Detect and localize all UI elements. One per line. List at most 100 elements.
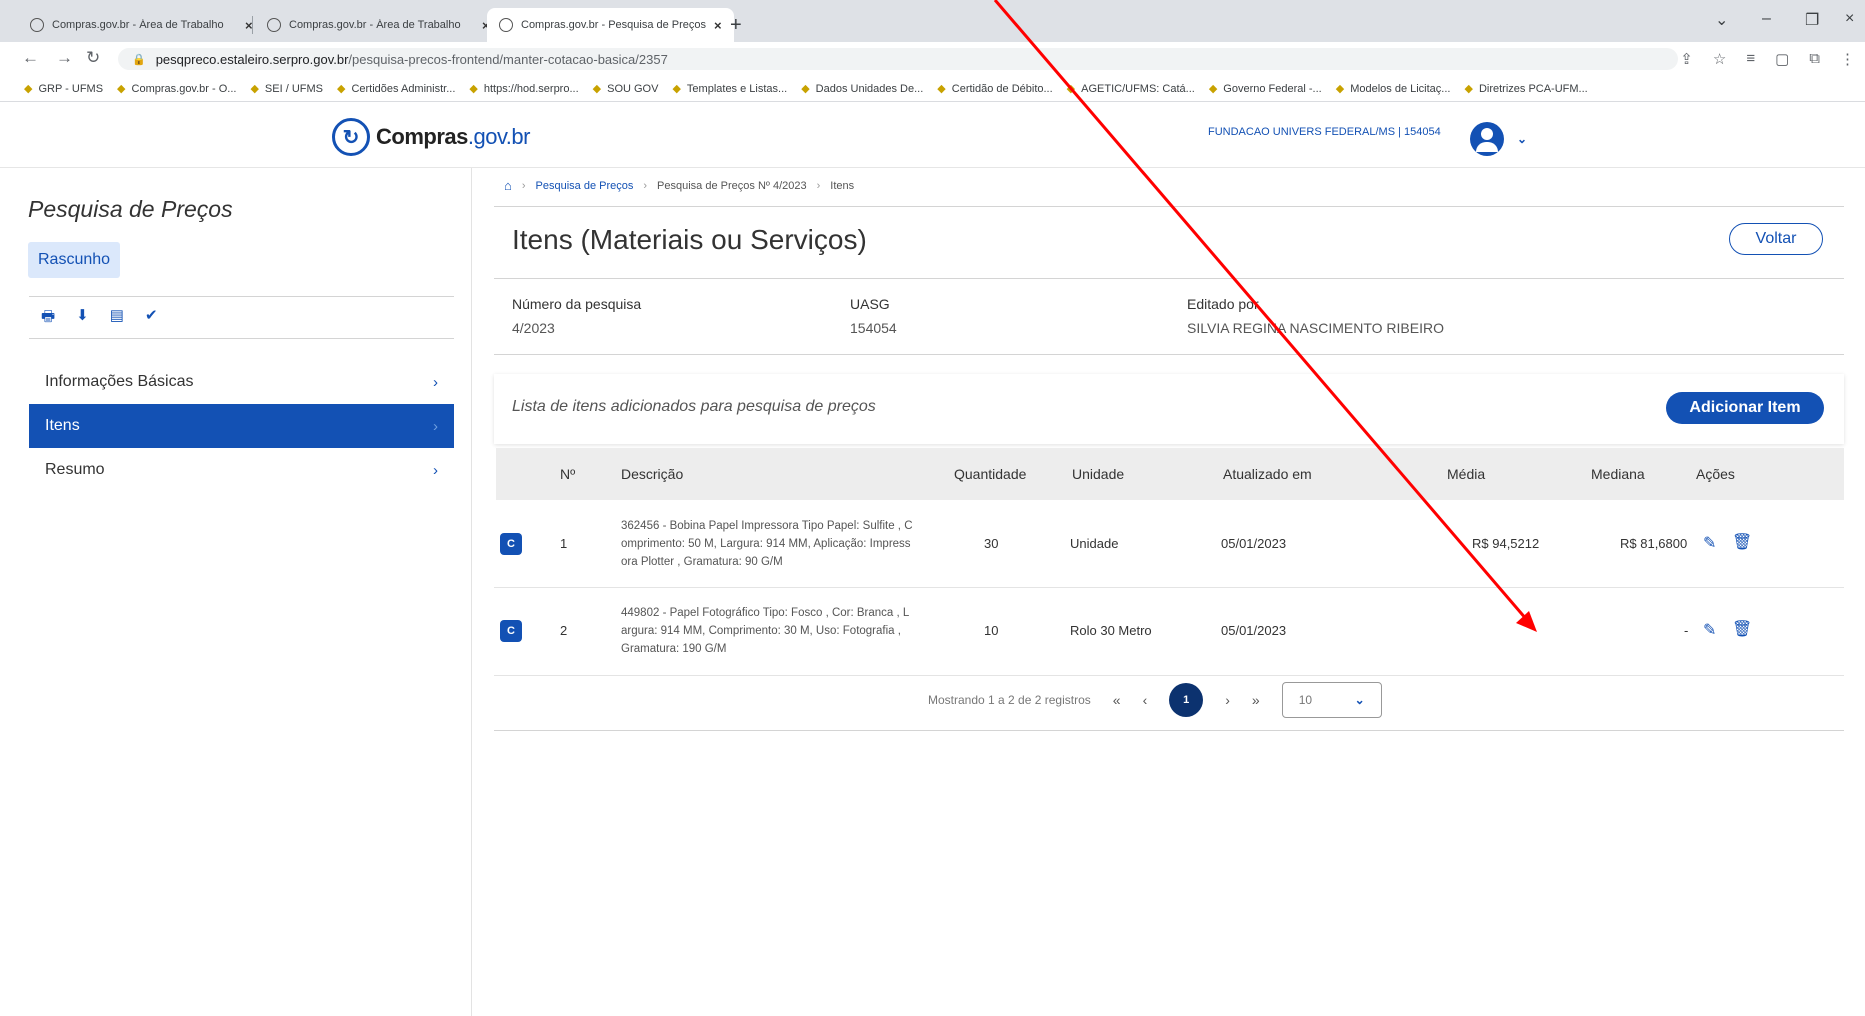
- divider: [29, 296, 454, 297]
- cell-number: 2: [560, 623, 568, 638]
- bookmark[interactable]: ◆ GRP - UFMS: [24, 82, 103, 96]
- add-item-button[interactable]: Adicionar Item: [1666, 392, 1824, 424]
- meta-value: 154054: [850, 320, 897, 336]
- extension-icon[interactable]: ⧉: [1809, 50, 1820, 68]
- cell-unit: Unidade: [1070, 536, 1119, 551]
- browser-tab[interactable]: Compras.gov.br - Área de Trabalho ×: [18, 8, 265, 42]
- meta-label: Número da pesquisa: [512, 296, 642, 312]
- sidebar-item-informacoes-basicas[interactable]: Informações Básicas ›: [29, 360, 454, 404]
- minimize-icon[interactable]: –: [1762, 10, 1771, 28]
- prev-page-button[interactable]: ‹: [1143, 692, 1148, 708]
- sidebar-actions: 🖶 ⬇ ▤ ✔: [41, 306, 158, 331]
- browser-tab-active[interactable]: Compras.gov.br - Pesquisa de Preços ×: [487, 8, 734, 42]
- breadcrumb-link[interactable]: Pesquisa de Preços Nº 4/2023: [657, 180, 807, 192]
- sidebar-item-label: Resumo: [45, 461, 105, 478]
- bookmark-label: Compras.gov.br - O...: [131, 82, 237, 95]
- page-size-select[interactable]: 10 ⌄: [1281, 682, 1382, 718]
- bookmark-label: Modelos de Licitaç...: [1350, 82, 1451, 95]
- download-pdf-icon[interactable]: ⬇: [76, 306, 89, 331]
- print-icon[interactable]: 🖶: [41, 306, 55, 331]
- download-csv-icon[interactable]: ▤: [110, 306, 124, 331]
- page-title: Itens (Materiais ou Serviços): [512, 224, 867, 255]
- bookmark-icon: ◆: [1208, 83, 1218, 95]
- item-type-badge: C: [500, 533, 522, 555]
- chevron-right-icon: ›: [433, 461, 438, 479]
- sidebar-item-itens[interactable]: Itens ›: [29, 404, 454, 448]
- tab-search-chevron-icon[interactable]: ⌄: [1715, 10, 1728, 30]
- user-avatar-icon[interactable]: [1470, 122, 1504, 156]
- compras-logo-icon: ↻: [332, 118, 370, 156]
- bookmark[interactable]: ◆ Certidões Administr...: [337, 82, 455, 96]
- bookmark-label: Dados Unidades De...: [815, 82, 924, 95]
- forward-icon[interactable]: →: [56, 48, 73, 68]
- bookmark[interactable]: ◆ https://hod.serpro...: [469, 82, 578, 96]
- breadcrumb-link[interactable]: Pesquisa de Preços: [536, 180, 634, 192]
- bookmark[interactable]: ◆ SOU GOV: [593, 82, 659, 96]
- divider: [29, 338, 454, 339]
- bookmark[interactable]: ◆ Governo Federal -...: [1208, 82, 1322, 96]
- list-label: Lista de itens adicionados para pesquisa…: [512, 398, 876, 415]
- bookmark[interactable]: ◆ Modelos de Licitaç...: [1336, 82, 1451, 96]
- cell-description: 362456 - Bobina Papel Impressora Tipo Pa…: [621, 520, 913, 568]
- bookmark[interactable]: ◆ Certidão de Débito...: [937, 82, 1052, 96]
- side-panel-icon[interactable]: ▢: [1775, 50, 1789, 68]
- bookmark[interactable]: ◆ SEI / UFMS: [250, 82, 323, 96]
- cell-mean: R$ 94,5212: [1472, 536, 1540, 551]
- back-button[interactable]: Voltar: [1729, 223, 1823, 255]
- menu-icon[interactable]: ⋮: [1840, 50, 1855, 68]
- share-icon[interactable]: ⇪: [1680, 50, 1693, 68]
- edit-icon[interactable]: ✎: [1703, 533, 1716, 553]
- close-window-icon[interactable]: ×: [1845, 10, 1854, 28]
- divider: [494, 278, 1844, 279]
- meta-label: Editado por: [1187, 296, 1259, 312]
- column-header: Atualizado em: [1223, 466, 1312, 482]
- page-size-value: 10: [1298, 693, 1313, 707]
- bookmark-icon: ◆: [24, 83, 33, 95]
- check-icon[interactable]: ✔: [145, 306, 158, 331]
- breadcrumb-separator: ›: [816, 179, 821, 192]
- column-header: Descrição: [621, 466, 684, 482]
- column-header: Mediana: [1591, 466, 1645, 482]
- brand-logo[interactable]: ↻ Compras.gov.br: [332, 118, 530, 156]
- bookmark[interactable]: ◆ Templates e Listas...: [672, 82, 788, 96]
- sidebar-item-label: Informações Básicas: [45, 373, 194, 390]
- sidebar-item-resumo[interactable]: Resumo ›: [29, 448, 454, 492]
- item-type-badge: C: [500, 620, 522, 642]
- table-header: Nº Descrição Quantidade Unidade Atualiza…: [496, 448, 1844, 500]
- star-icon[interactable]: ☆: [1713, 50, 1726, 68]
- edit-icon[interactable]: ✎: [1703, 620, 1716, 640]
- browser-tab[interactable]: Compras.gov.br - Área de Trabalho ×: [255, 8, 502, 42]
- cell-updated: 05/01/2023: [1221, 536, 1287, 551]
- last-page-button[interactable]: »: [1252, 692, 1260, 708]
- bookmark[interactable]: ◆ Dados Unidades De...: [801, 82, 924, 96]
- bookmark[interactable]: ◆ Compras.gov.br - O...: [117, 82, 237, 96]
- divider: [494, 206, 1844, 207]
- tab-title: Compras.gov.br - Área de Trabalho: [289, 19, 461, 31]
- bookmark[interactable]: ◆ Diretrizes PCA-UFM...: [1464, 82, 1587, 96]
- trash-icon[interactable]: 🗑: [1732, 532, 1752, 552]
- sidebar-title: Pesquisa de Preços: [28, 196, 233, 222]
- bookmark-icon: ◆: [801, 83, 810, 95]
- chevron-down-icon[interactable]: ⌄: [1517, 132, 1527, 146]
- new-tab-button[interactable]: +: [730, 14, 742, 37]
- reload-icon[interactable]: ↻: [86, 48, 100, 68]
- tab-close-icon[interactable]: ×: [714, 18, 722, 33]
- next-page-button[interactable]: ›: [1225, 692, 1230, 708]
- pagination-summary: Mostrando 1 a 2 de 2 registros: [928, 693, 1091, 707]
- breadcrumb-current: Itens: [830, 179, 855, 192]
- restore-icon[interactable]: ❐: [1805, 10, 1819, 30]
- first-page-button[interactable]: «: [1113, 692, 1121, 708]
- bookmark-label: AGETIC/UFMS: Catá...: [1081, 82, 1195, 95]
- meta-uasg: UASG 154054: [850, 296, 897, 336]
- table-row: C 2 449802 - Papel Fotográfico Tipo: Fos…: [494, 588, 1844, 676]
- bookmark[interactable]: ◆ AGETIC/UFMS: Catá...: [1067, 82, 1195, 96]
- bookmark-label: Templates e Listas...: [686, 82, 788, 95]
- back-icon[interactable]: ←: [22, 48, 39, 68]
- cell-quantity: 10: [984, 623, 999, 638]
- items-list-card: Lista de itens adicionados para pesquisa…: [494, 374, 1844, 444]
- trash-icon[interactable]: 🗑: [1732, 619, 1752, 639]
- url-field[interactable]: 🔒 pesqpreco.estaleiro.serpro.gov.br/pesq…: [118, 48, 1678, 70]
- reading-list-icon[interactable]: ≡: [1746, 50, 1755, 68]
- home-icon[interactable]: ⌂: [504, 178, 512, 193]
- current-page-button[interactable]: 1: [1169, 683, 1204, 717]
